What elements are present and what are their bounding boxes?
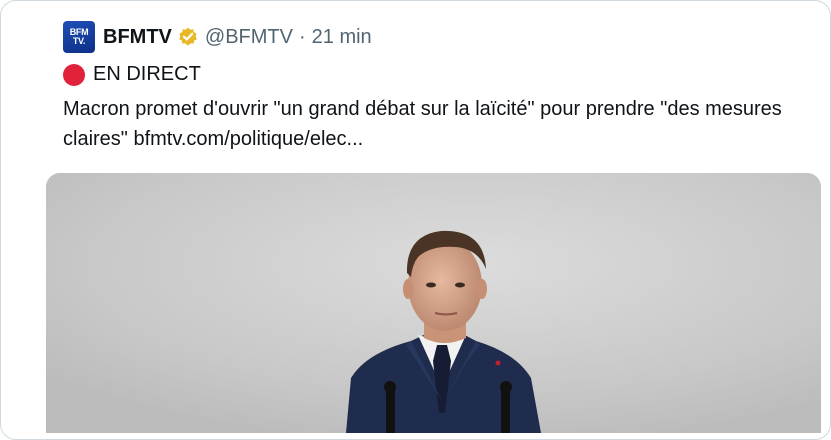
- tweet-media-image[interactable]: [46, 173, 821, 433]
- header-separator: ·: [298, 25, 306, 48]
- tweet-timestamp[interactable]: 21 min: [312, 26, 372, 49]
- live-label: EN DIRECT: [93, 63, 201, 85]
- verified-badge-icon[interactable]: [177, 26, 199, 48]
- tweet-text: Macron promet d'ouvrir "un grand débat s…: [63, 94, 813, 154]
- avatar-logo-line2: TV.: [72, 36, 86, 46]
- speaker-photo: [46, 173, 821, 433]
- live-indicator: EN DIRECT: [63, 63, 201, 86]
- author-avatar[interactable]: BFM TV.: [63, 21, 95, 53]
- tweet-card[interactable]: BFM TV. BFMTV @BFMTV · 21 min EN DIRECT …: [0, 0, 831, 440]
- tweet-link[interactable]: bfmtv.com/politique/elec...: [133, 128, 363, 150]
- author-handle[interactable]: @BFMTV: [205, 26, 293, 49]
- author-name[interactable]: BFMTV: [103, 26, 172, 49]
- tweet-header: BFM TV. BFMTV @BFMTV · 21 min: [63, 21, 372, 53]
- live-dot-icon: [63, 63, 85, 86]
